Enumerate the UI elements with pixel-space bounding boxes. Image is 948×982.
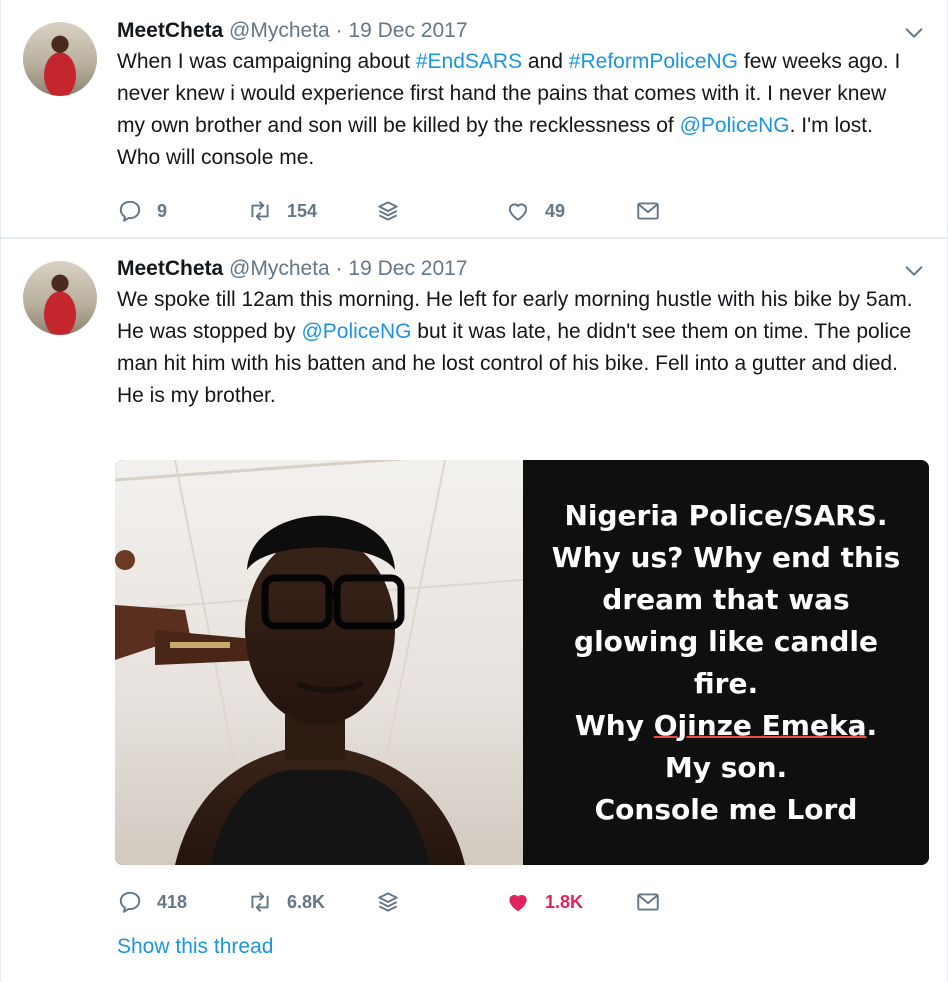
tweet-text: We spoke till 12am this morning. He left…: [117, 284, 917, 412]
quote-line: Why Ojinze Emeka.: [536, 705, 916, 747]
reply-icon: [119, 200, 141, 222]
retweet-icon: [251, 201, 269, 221]
tweet-media[interactable]: Nigeria Police/SARS. Why us? Why end thi…: [115, 460, 929, 865]
retweet-count: 6.8K: [287, 891, 326, 912]
mail-icon: [637, 202, 659, 220]
tweet-header: MeetCheta @Mycheta · 19 Dec 2017: [117, 18, 468, 44]
quote-line: Nigeria Police/SARS.: [564, 498, 888, 532]
retweet-icon: [251, 892, 269, 912]
chevron-down-icon[interactable]: [903, 22, 925, 44]
stack-button[interactable]: [375, 887, 401, 917]
tweet-date[interactable]: 19 Dec 2017: [348, 19, 467, 42]
avatar[interactable]: [23, 261, 97, 335]
quote-line: Why us? Why end this: [551, 540, 901, 574]
quote-line: My son.: [664, 750, 788, 784]
tweet-text-segment: and: [522, 50, 569, 73]
quote-line: fire.: [693, 666, 759, 700]
photo-portrait[interactable]: [115, 460, 524, 865]
heart-icon: [509, 894, 527, 912]
mail-icon: [637, 893, 659, 911]
quote-line: glowing like candle: [574, 624, 878, 658]
hashtag-reformpoliceng[interactable]: #ReformPoliceNG: [569, 50, 738, 73]
heart-icon: [508, 203, 528, 221]
reply-button[interactable]: 418: [117, 887, 187, 917]
quote-segment: Why: [574, 708, 654, 742]
retweet-count: 154: [287, 200, 318, 221]
avatar[interactable]: [23, 22, 97, 96]
author-name[interactable]: MeetCheta: [117, 257, 223, 280]
separator: ·: [335, 19, 343, 42]
quote-line: dream that was: [602, 582, 850, 616]
retweet-button[interactable]: 6.8K: [247, 887, 325, 917]
author-handle[interactable]: @Mycheta: [229, 19, 330, 42]
tweet-actions: 9 154 49: [117, 196, 677, 226]
quote-name: Ojinze Emeka: [653, 708, 867, 742]
tweet-1[interactable]: MeetCheta @Mycheta · 19 Dec 2017 When I …: [0, 0, 948, 238]
quote-segment: .: [866, 708, 878, 742]
quote-text: Nigeria Police/SARS. Why us? Why end thi…: [536, 495, 916, 831]
quote-panel: Nigeria Police/SARS. Why us? Why end thi…: [523, 460, 929, 865]
layers-icon: [378, 201, 398, 221]
quote-line: Console me Lord: [594, 792, 858, 826]
tweet-text-segment: When I was campaigning about: [117, 50, 416, 73]
tweet-text: When I was campaigning about #EndSARS an…: [117, 46, 917, 174]
dm-button[interactable]: [635, 887, 661, 917]
chevron-down-icon[interactable]: [903, 260, 925, 282]
author-name[interactable]: MeetCheta: [117, 19, 223, 42]
author-handle[interactable]: @Mycheta: [229, 257, 330, 280]
layers-icon: [378, 892, 398, 912]
mention-policeng[interactable]: @PoliceNG: [680, 114, 790, 137]
mention-policeng[interactable]: @PoliceNG: [301, 320, 411, 343]
retweet-button[interactable]: 154: [247, 196, 317, 226]
like-count: 49: [545, 200, 566, 221]
like-button[interactable]: 1.8K: [505, 887, 583, 917]
reply-icon: [119, 891, 141, 913]
reply-count: 9: [157, 200, 168, 221]
separator: ·: [335, 257, 343, 280]
reply-button[interactable]: 9: [117, 196, 167, 226]
tweet-date[interactable]: 19 Dec 2017: [348, 257, 467, 280]
tweet-header: MeetCheta @Mycheta · 19 Dec 2017: [117, 256, 468, 282]
show-thread-link[interactable]: Show this thread: [117, 935, 273, 959]
tweet-2[interactable]: MeetCheta @Mycheta · 19 Dec 2017 We spok…: [0, 239, 948, 982]
tweet-actions: 418 6.8K 1.8K: [117, 887, 677, 917]
hashtag-endsars[interactable]: #EndSARS: [416, 50, 522, 73]
reply-count: 418: [157, 891, 188, 912]
portrait-illustration: [115, 460, 524, 865]
like-button[interactable]: 49: [505, 196, 565, 226]
dm-button[interactable]: [635, 196, 661, 226]
tweet-text-segment: He is my brother.: [117, 384, 276, 407]
like-count: 1.8K: [545, 891, 584, 912]
stack-button[interactable]: [375, 196, 401, 226]
